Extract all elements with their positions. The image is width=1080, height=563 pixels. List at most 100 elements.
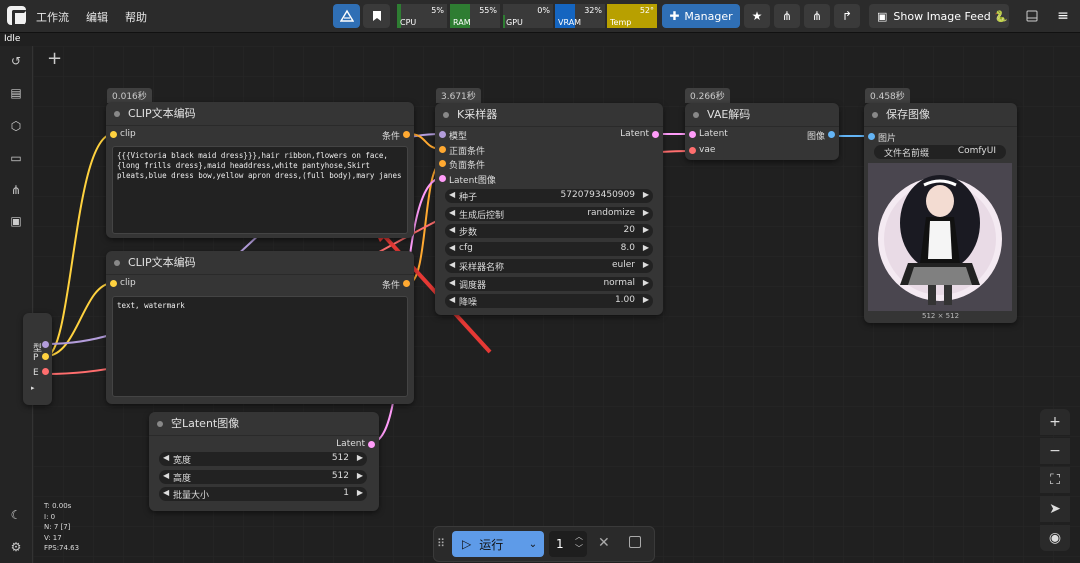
- decrement-icon[interactable]: ◀: [449, 243, 455, 252]
- increment-icon[interactable]: ▶: [643, 260, 649, 269]
- zoom-in-button[interactable]: +: [1040, 409, 1070, 435]
- increment-icon[interactable]: ▶: [357, 471, 363, 480]
- run-options-button[interactable]: ⌄: [522, 531, 544, 557]
- clip-text-encode-negative-node[interactable]: CLIP文本编码 clip 条件 text, watermark: [106, 251, 414, 404]
- decrement-icon[interactable]: ◀: [163, 453, 169, 462]
- latent-output-dot[interactable]: [368, 441, 375, 448]
- hamburger-menu-button[interactable]: ≡: [1050, 4, 1076, 28]
- menu-edit[interactable]: 编辑: [86, 9, 108, 25]
- history-icon[interactable]: ↺: [9, 54, 23, 68]
- image-gallery-icon[interactable]: ▣: [9, 214, 23, 228]
- ksampler-node[interactable]: K采样器 模型 正面条件 负面条件 Latent图像 Latent ◀ 种子 572…: [435, 103, 663, 315]
- node-swap-button[interactable]: ⋔: [804, 4, 830, 28]
- manager-button[interactable]: ✚ Manager: [662, 4, 740, 28]
- generated-image-preview[interactable]: [868, 163, 1012, 311]
- filename-prefix-widget[interactable]: 文件名前缀 ComfyUI: [874, 145, 1006, 159]
- negative-prompt-textarea[interactable]: text, watermark: [112, 296, 408, 397]
- widget-lat-widgets-1[interactable]: ◀ 高度 512 ▶: [159, 469, 367, 484]
- add-node-button[interactable]: +: [47, 48, 62, 69]
- checkpoint-output-model[interactable]: [42, 341, 49, 348]
- checkpoint-output-clip[interactable]: [42, 353, 49, 360]
- queue-status: Idle: [4, 34, 21, 44]
- ksampler-input-latent-dot[interactable]: [439, 175, 446, 182]
- image-feed-label: Show Image Feed 🐍: [893, 9, 1008, 23]
- node-tree-icon[interactable]: ⋔: [9, 183, 23, 197]
- workspace-icon-button[interactable]: [333, 4, 360, 28]
- increment-icon[interactable]: ▶: [643, 225, 649, 234]
- widget-ks-widgets-4[interactable]: ◀ 采样器名称 euler ▶: [445, 259, 653, 273]
- decrement-icon[interactable]: ◀: [449, 225, 455, 234]
- increment-icon[interactable]: ▶: [643, 295, 649, 304]
- clip1-output-cond-dot[interactable]: [403, 131, 410, 138]
- clear-queue-icon[interactable]: [629, 536, 641, 548]
- batch-count-input[interactable]: 1 ︿ ﹀: [549, 531, 587, 557]
- vae-output-image-dot[interactable]: [828, 131, 835, 138]
- bookmark-button[interactable]: [363, 4, 390, 28]
- folder-icon[interactable]: ▭: [9, 151, 23, 165]
- widget-ks-widgets-2[interactable]: ◀ 步数 20 ▶: [445, 224, 653, 238]
- decrement-icon[interactable]: ◀: [449, 208, 455, 217]
- increment-icon[interactable]: ▶: [643, 278, 649, 287]
- node-search-button[interactable]: ⋔: [774, 4, 800, 28]
- widget-ks-widgets-1[interactable]: ◀ 生成后控制 randomize ▶: [445, 206, 653, 221]
- panel-toggle-button[interactable]: [1019, 4, 1045, 28]
- save-input-image-dot[interactable]: [868, 133, 875, 140]
- vae-decode-node[interactable]: VAE解码 Latent vae 图像: [685, 103, 839, 160]
- vae-input-latent-dot[interactable]: [689, 131, 696, 138]
- checkpoint-slot-clip: P: [33, 353, 39, 363]
- increment-icon[interactable]: ▶: [357, 488, 363, 497]
- increment-icon[interactable]: ▶: [643, 208, 649, 217]
- increment-icon[interactable]: ▶: [357, 453, 363, 462]
- stepper-down-icon[interactable]: ﹀: [575, 543, 583, 554]
- checkpoint-output-vae[interactable]: [42, 368, 49, 375]
- show-image-feed-button[interactable]: ▣ Show Image Feed 🐍: [869, 4, 1009, 28]
- positive-prompt-textarea[interactable]: {{{Victoria black maid dress}}},hair rib…: [112, 146, 408, 234]
- fit-view-button[interactable]: ⛶: [1040, 467, 1070, 493]
- decrement-icon[interactable]: ◀: [449, 278, 455, 287]
- cancel-icon[interactable]: ✕: [598, 535, 610, 551]
- clip-text-encode-positive-node[interactable]: CLIP文本编码 clip 条件 {{{Victoria black maid …: [106, 102, 414, 238]
- checkpoint-loader-node[interactable]: 型 P E ▸: [23, 313, 52, 405]
- ksampler-input-negative-dot[interactable]: [439, 160, 446, 167]
- widget-lat-widgets-0[interactable]: ◀ 宽度 512 ▶: [159, 452, 367, 466]
- star-button[interactable]: ★: [744, 4, 770, 28]
- decrement-icon[interactable]: ◀: [449, 260, 455, 269]
- decrement-icon[interactable]: ◀: [163, 488, 169, 497]
- empty-latent-image-node[interactable]: 空Latent图像 Latent ◀ 宽度 512 ▶ ◀ 高度 512 ▶ ◀ 批量大小 1 ▶: [149, 412, 379, 511]
- vae-input-vae-dot[interactable]: [689, 147, 696, 154]
- increment-icon[interactable]: ▶: [643, 190, 649, 199]
- increment-icon[interactable]: ▶: [643, 243, 649, 252]
- zoom-out-button[interactable]: −: [1040, 438, 1070, 464]
- menu-workflow[interactable]: 工作流: [36, 9, 69, 25]
- pointer-icon: ➤: [1049, 501, 1061, 517]
- cube-icon[interactable]: ⬡: [9, 119, 23, 133]
- ksampler-input-positive-dot[interactable]: [439, 146, 446, 153]
- comfyui-logo-icon[interactable]: [7, 6, 27, 27]
- moon-icon[interactable]: ☾: [9, 508, 23, 522]
- clip1-input-clip-dot[interactable]: [110, 131, 117, 138]
- widget-lat-widgets-2[interactable]: ◀ 批量大小 1 ▶: [159, 487, 367, 501]
- clip2-output-cond-dot[interactable]: [403, 280, 410, 287]
- document-icon[interactable]: ▤: [9, 86, 23, 100]
- ksampler-input-model-dot[interactable]: [439, 131, 446, 138]
- graph-canvas[interactable]: 型 P E ▸ 0.016秒 CLIP文本编码 clip 条件 {{{Victo…: [23, 46, 1080, 563]
- clip2-input-clip-dot[interactable]: [110, 280, 117, 287]
- widget-ks-widgets-0[interactable]: ◀ 种子 5720793450909 ▶: [445, 189, 653, 203]
- save-image-node[interactable]: 保存图像 图片 文件名前缀 ComfyUI 512 × 512: [864, 103, 1017, 323]
- decrement-icon[interactable]: ◀: [449, 295, 455, 304]
- toggle-links-button[interactable]: ◉: [1040, 525, 1070, 551]
- drag-handle-icon[interactable]: ⠿: [437, 537, 445, 550]
- menu-help[interactable]: 帮助: [125, 9, 147, 25]
- decrement-icon[interactable]: ◀: [163, 471, 169, 480]
- chevron-right-icon[interactable]: ▸: [31, 384, 35, 392]
- share-button[interactable]: ↱: [834, 4, 860, 28]
- widget-ks-widgets-6[interactable]: ◀ 降噪 1.00 ▶: [445, 294, 653, 308]
- decrement-icon[interactable]: ◀: [449, 190, 455, 199]
- ksampler-output-latent-dot[interactable]: [652, 131, 659, 138]
- widget-ks-widgets-3[interactable]: ◀ cfg 8.0 ▶: [445, 241, 653, 256]
- run-button[interactable]: ▷ 运行: [452, 531, 522, 557]
- gear-icon[interactable]: ⚙: [9, 540, 23, 554]
- stepper-up-icon[interactable]: ︿: [575, 531, 583, 542]
- widget-ks-widgets-5[interactable]: ◀ 调度器 normal ▶: [445, 276, 653, 291]
- select-mode-button[interactable]: ➤: [1040, 496, 1070, 522]
